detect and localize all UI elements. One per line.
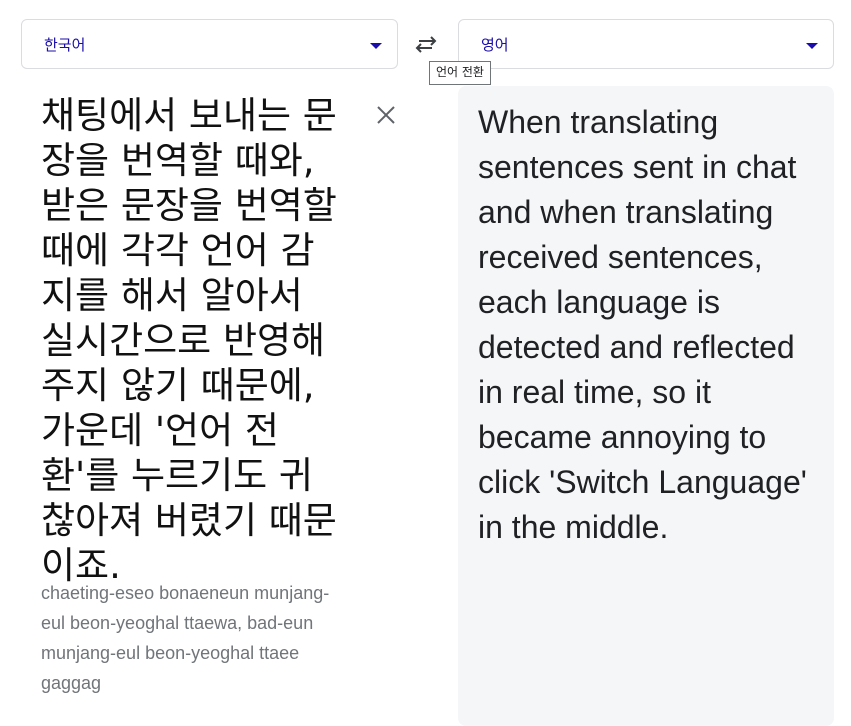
swap-tooltip: 언어 전환 [429,61,491,85]
source-language-label: 한국어 [44,36,86,54]
source-romanization: chaeting-eseo bonaeneun munjang-eul beon… [41,583,330,693]
close-icon [377,106,395,124]
target-language-select[interactable]: 영어 [458,19,834,69]
translated-text: When translating sentences sent in chat … [478,104,807,545]
chevron-down-icon [806,43,818,49]
chevron-down-icon [370,43,382,49]
translation-output-panel: When translating sentences sent in chat … [458,86,834,726]
target-language-label: 영어 [481,36,509,54]
swap-languages-button[interactable] [410,31,442,59]
source-language-select[interactable]: 한국어 [21,19,398,69]
clear-text-button[interactable] [374,103,398,127]
source-text-input[interactable]: 채팅에서 보내는 문장을 번역할 때와, 받은 문장을 번역할 때에 각각 언어… [41,93,341,588]
swap-arrows-icon [415,36,437,53]
